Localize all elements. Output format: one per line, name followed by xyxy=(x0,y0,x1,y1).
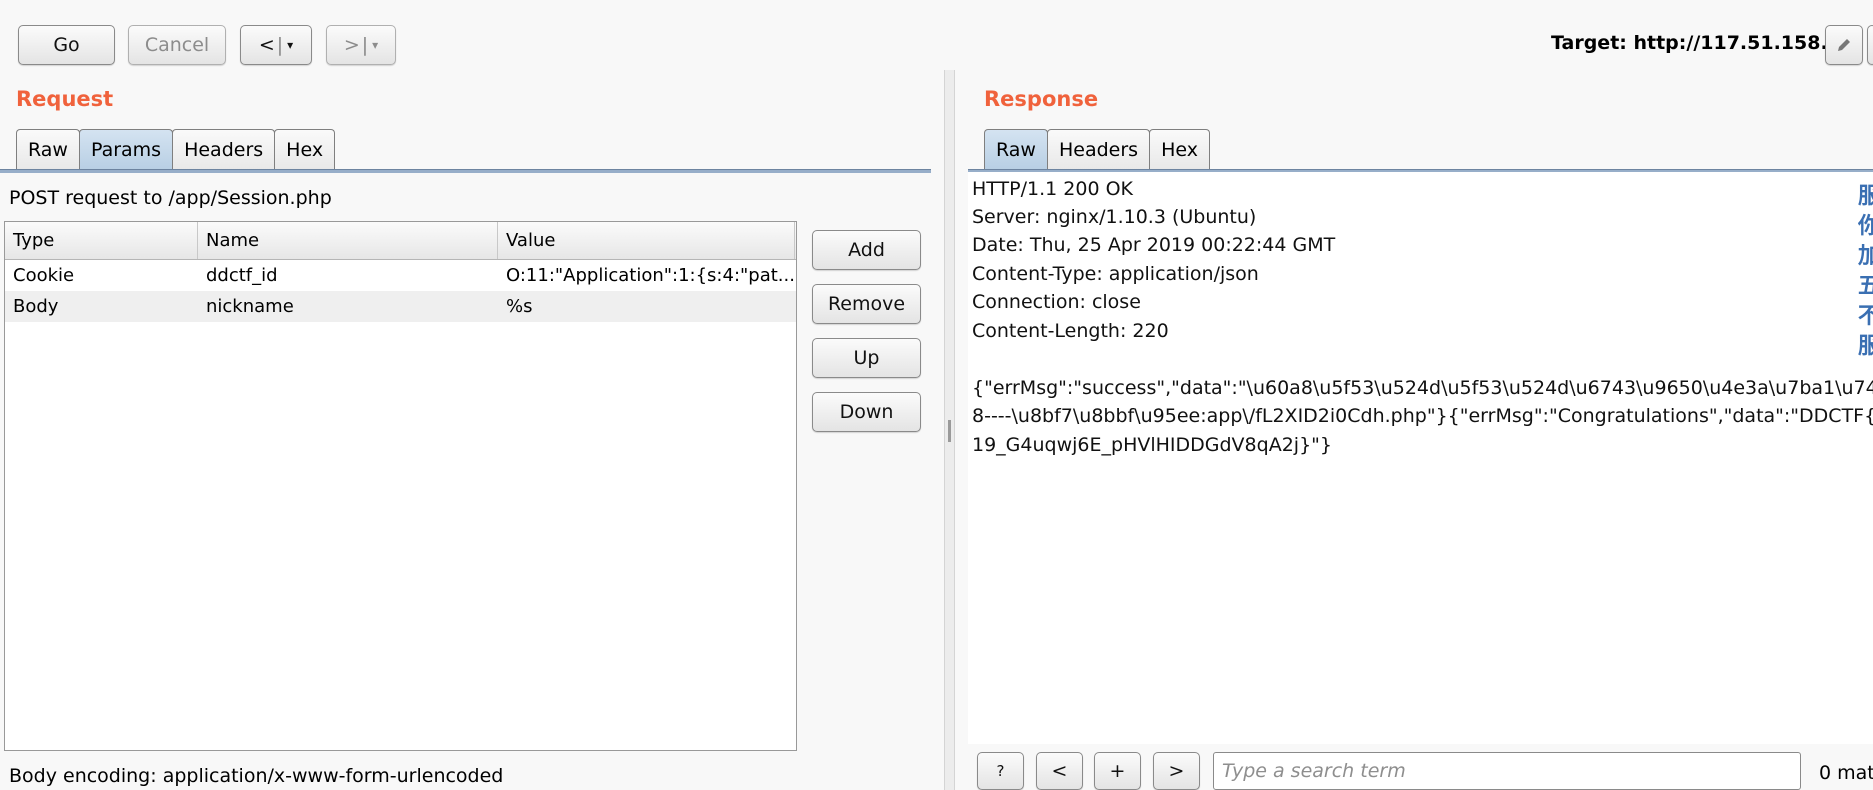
response-line: {"errMsg":"success","data":"\u60a8\u5f53… xyxy=(972,377,1873,399)
post-request-line: POST request to /app/Session.php xyxy=(9,187,332,209)
chevron-down-icon: ▾ xyxy=(372,38,379,52)
tab-params[interactable]: Params xyxy=(78,129,174,170)
response-line: 19_G4uqwj6E_pHVlHIDDGdV8qA2j}"} xyxy=(972,434,1332,456)
column-name[interactable]: Name xyxy=(198,222,498,259)
body-encoding-label: Body encoding: application/x-www-form-ur… xyxy=(9,765,504,787)
request-tab-underline xyxy=(0,169,931,173)
forward-button[interactable]: > | ▾ xyxy=(326,25,396,65)
down-param-button[interactable]: Down xyxy=(812,392,921,432)
separator: | xyxy=(276,34,284,56)
overlay-glyphs: 服你加五不服 xyxy=(1858,184,1873,359)
add-label: Add xyxy=(848,239,885,261)
search-add-button[interactable]: + xyxy=(1094,752,1141,790)
plus-icon: + xyxy=(1109,760,1126,782)
tab-headers[interactable]: Headers xyxy=(1046,129,1151,170)
request-title: Request xyxy=(16,87,114,111)
column-value[interactable]: Value xyxy=(498,222,795,259)
match-count: 0 matc xyxy=(1819,762,1873,784)
down-label: Down xyxy=(839,401,894,423)
settings-button[interactable] xyxy=(1867,25,1873,65)
params-table-header: Type Name Value xyxy=(5,222,796,260)
next-icon: > xyxy=(1168,760,1185,782)
cell-name: nickname xyxy=(206,296,294,317)
table-row[interactable]: Body nickname %s xyxy=(5,291,796,322)
response-line: Server: nginx/1.10.3 (Ubuntu) xyxy=(972,206,1257,228)
edit-target-button[interactable] xyxy=(1825,25,1863,65)
request-tabs: Raw Params Headers Hex xyxy=(16,129,336,170)
splitter-grip[interactable] xyxy=(948,420,951,442)
separator: | xyxy=(361,34,369,56)
back-button[interactable]: < | ▾ xyxy=(240,25,312,65)
up-param-button[interactable]: Up xyxy=(812,338,921,378)
search-next-button[interactable]: > xyxy=(1153,752,1200,790)
tab-headers[interactable]: Headers xyxy=(172,129,276,170)
response-line: Date: Thu, 25 Apr 2019 00:22:44 GMT xyxy=(972,234,1336,256)
panel-splitter[interactable] xyxy=(944,70,955,790)
cell-value: O:11:"Application":1:{s:4:"pat... xyxy=(506,265,795,286)
response-line: Content-Type: application/json xyxy=(972,263,1259,285)
cancel-label: Cancel xyxy=(144,34,210,56)
go-button[interactable]: Go xyxy=(18,25,115,65)
column-type[interactable]: Type xyxy=(5,222,198,259)
response-raw-text[interactable]: HTTP/1.1 200 OK Server: nginx/1.10.3 (Ub… xyxy=(968,172,1873,744)
go-label: Go xyxy=(53,34,80,56)
tab-raw[interactable]: Raw xyxy=(984,129,1048,170)
search-prev-button[interactable]: < xyxy=(1036,752,1083,790)
response-line: Content-Length: 220 xyxy=(972,320,1169,342)
forward-arrow-icon: > xyxy=(343,34,360,56)
add-param-button[interactable]: Add xyxy=(812,230,921,270)
prev-icon: < xyxy=(1051,760,1068,782)
cell-type: Cookie xyxy=(13,265,75,286)
cell-type: Body xyxy=(13,296,59,317)
up-label: Up xyxy=(853,347,880,369)
chevron-down-icon: ▾ xyxy=(287,38,294,52)
help-button[interactable]: ? xyxy=(977,752,1024,790)
search-input[interactable] xyxy=(1213,752,1801,790)
tab-hex[interactable]: Hex xyxy=(1149,129,1210,170)
response-line: HTTP/1.1 200 OK xyxy=(972,178,1133,200)
pencil-icon xyxy=(1838,39,1850,51)
cancel-button[interactable]: Cancel xyxy=(128,25,226,65)
remove-label: Remove xyxy=(827,293,906,315)
response-title: Response xyxy=(984,87,1099,111)
table-row[interactable]: Cookie ddctf_id O:11:"Application":1:{s:… xyxy=(5,260,796,291)
tab-hex[interactable]: Hex xyxy=(274,129,336,170)
response-line: Connection: close xyxy=(972,291,1141,313)
response-tabs: Raw Headers Hex xyxy=(984,129,1210,170)
cell-name: ddctf_id xyxy=(206,265,278,286)
remove-param-button[interactable]: Remove xyxy=(812,284,921,324)
response-line: 8----\u8bf7\u8bbf\u95ee:app\/fL2XID2i0Cd… xyxy=(972,405,1873,427)
tab-raw[interactable]: Raw xyxy=(16,129,80,170)
params-table: Type Name Value Cookie ddctf_id O:11:"Ap… xyxy=(4,221,797,751)
help-icon: ? xyxy=(996,762,1005,780)
back-arrow-icon: < xyxy=(258,34,275,56)
target-label: Target: http://117.51.158.44 xyxy=(1551,32,1855,54)
cell-value: %s xyxy=(506,296,533,317)
